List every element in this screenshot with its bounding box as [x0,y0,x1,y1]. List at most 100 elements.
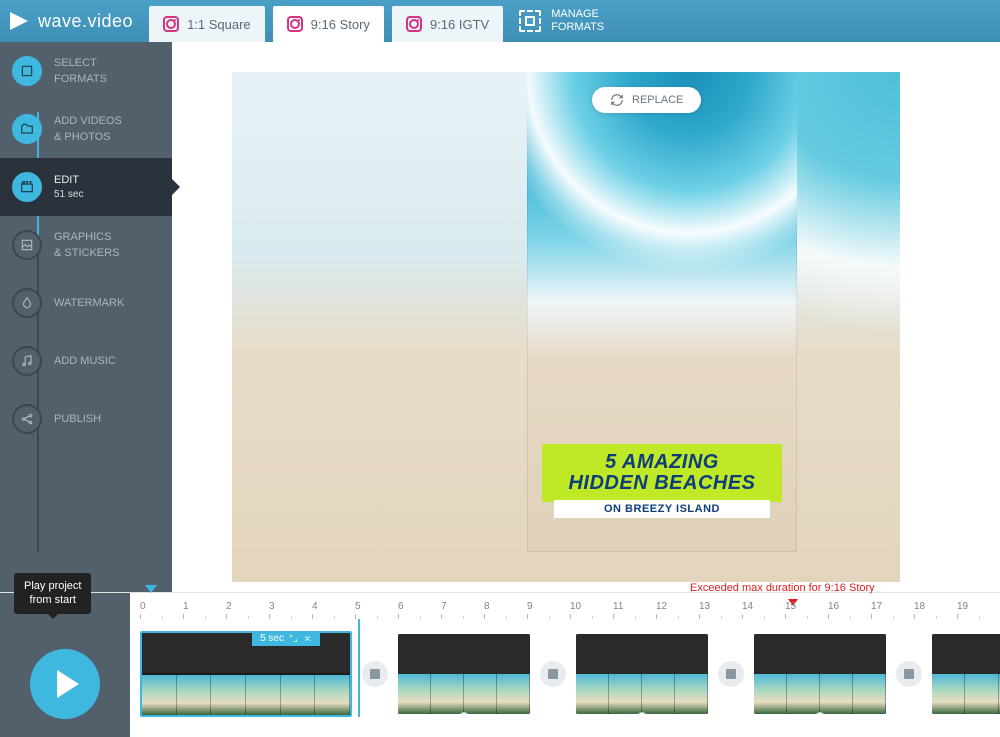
sidebar-item-label: WATERMARK [54,296,124,310]
timeline: Play project from start Exceeded max dur… [0,592,1000,737]
transition-button[interactable] [362,661,388,687]
ruler-tick: 0 [140,601,183,619]
clip-thumbnail [211,675,246,715]
sidebar-item-graphics[interactable]: GRAPHICS & STICKERS [0,216,172,274]
transition-button[interactable] [540,661,566,687]
clip-thumbnail [675,674,708,714]
clapperboard-icon [12,172,42,202]
expand-icon [289,634,298,643]
sidebar-item-watermark[interactable]: WATERMARK [0,274,172,332]
crop-icon [519,10,541,32]
play-logo-icon [10,10,32,32]
sidebar-item-add-media[interactable]: ADD VIDEOS & PHOTOS [0,100,172,158]
clips-track: 5 sec [140,631,1000,717]
play-tooltip: Play project from start [14,573,91,614]
sidebar-item-formats[interactable]: SELECT FORMATS [0,42,172,100]
timeline-clip[interactable] [932,634,1000,714]
format-tab-label: 9:16 Story [311,17,370,32]
subheadline-text[interactable]: ON BREEZY ISLAND [554,500,770,518]
sidebar-item-music[interactable]: ADD MUSIC [0,332,172,390]
clip-thumbnail [642,674,675,714]
timeline-clip[interactable]: 5 sec [140,631,352,717]
timeline-clip[interactable] [576,634,708,714]
clip-thumbnail [281,675,316,715]
clip-thumbnail [142,675,177,715]
format-tab-label: 1:1 Square [187,17,251,32]
canvas-area: REPLACE 5 AMAZING HIDDEN BEACHES ON BREE… [172,42,1000,592]
ruler-tick: 4 [312,601,355,619]
clip-thumbnail [464,674,497,714]
format-tab-square[interactable]: 1:1 Square [149,6,265,42]
headline-text[interactable]: 5 AMAZING HIDDEN BEACHES [542,444,782,502]
topbar: wave.video 1:1 Square 9:16 Story 9:16 IG… [0,0,1000,42]
share-icon [12,404,42,434]
app-logo[interactable]: wave.video [10,10,133,32]
timeline-clip[interactable] [398,634,530,714]
refresh-icon [610,93,624,107]
ruler-tick: 11 [613,601,656,619]
format-tab-story[interactable]: 9:16 Story [273,6,384,42]
instagram-icon [406,16,422,32]
clip-thumbnail [177,675,212,715]
ruler-tick: 5 [355,601,398,619]
clip-thumbnail [609,674,642,714]
clip-thumbnail [820,674,853,714]
ruler-tick: 18 [914,601,957,619]
app-name: wave.video [38,11,133,32]
sidebar-item-edit[interactable]: EDIT 51 sec [0,158,172,216]
play-column [0,593,130,737]
ruler-tick: 19 [957,601,1000,619]
ruler-tick: 7 [441,601,484,619]
sidebar-item-label: EDIT 51 sec [54,173,83,201]
timeline-clip[interactable] [754,634,886,714]
sidebar-item-label: ADD VIDEOS & PHOTOS [54,114,122,144]
clip-thumbnail [932,674,965,714]
duration-warning: Exceeded max duration for 9:16 Story [690,582,875,594]
instagram-icon [163,16,179,32]
replace-button[interactable]: REPLACE [592,87,701,113]
sidebar-item-label: ADD MUSIC [54,354,116,368]
clip-thumbnail [246,675,281,715]
ruler-tick: 10 [570,601,613,619]
droplet-icon [12,288,42,318]
ruler-tick: 13 [699,601,742,619]
clip-thumbnail [853,674,886,714]
ruler-tick: 12 [656,601,699,619]
clip-duration-chip[interactable]: 5 sec [252,631,320,646]
clip-thumbnail [787,674,820,714]
ruler-tick: 14 [742,601,785,619]
clip-thumbnail [754,674,787,714]
ruler-tick: 17 [871,601,914,619]
sidebar-item-label: SELECT FORMATS [54,56,107,86]
ruler-tick: 8 [484,601,527,619]
instagram-icon [287,16,303,32]
clip-thumbnail [315,675,350,715]
sidebar-item-label: PUBLISH [54,412,101,426]
time-ruler[interactable]: 012345678910111213141516171819 [130,601,1000,619]
clip-duration-label: 5 sec [260,633,284,644]
close-icon[interactable] [303,634,312,643]
crop-icon [12,56,42,86]
ruler-tick: 9 [527,601,570,619]
ruler-tick: 2 [226,601,269,619]
transition-button[interactable] [718,661,744,687]
sidebar-item-publish[interactable]: PUBLISH [0,390,172,448]
ruler-tick: 15 [785,601,828,619]
manage-formats-button[interactable]: MANAGE FORMATS [519,8,604,34]
music-note-icon [12,346,42,376]
main-area: SELECT FORMATS ADD VIDEOS & PHOTOS EDIT … [0,42,1000,592]
sidebar-item-label: GRAPHICS & STICKERS [54,230,119,260]
folder-icon [12,114,42,144]
format-tab-igtv[interactable]: 9:16 IGTV [392,6,503,42]
playhead-marker[interactable] [145,585,157,593]
clip-thumbnail [497,674,530,714]
play-button[interactable] [30,649,100,719]
clip-thumbnail [965,674,998,714]
sidebar: SELECT FORMATS ADD VIDEOS & PHOTOS EDIT … [0,42,172,592]
transition-button[interactable] [896,661,922,687]
clip-thumbnail [576,674,609,714]
ruler-tick: 16 [828,601,871,619]
clip-thumbnail [431,674,464,714]
replace-label: REPLACE [632,94,683,106]
clip-thumbnail [398,674,431,714]
